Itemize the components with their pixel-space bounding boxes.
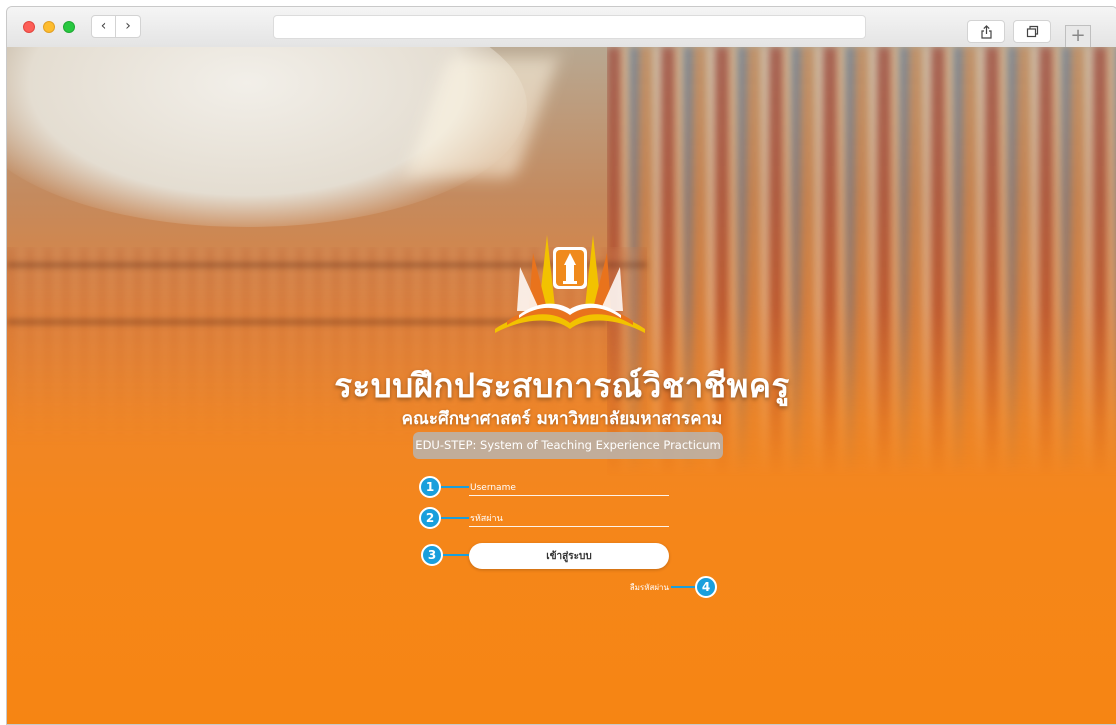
tabs-icon — [1026, 25, 1039, 38]
address-bar[interactable] — [273, 15, 866, 39]
page-subtitle: คณะศึกษาศาสตร์ มหาวิทยาลัยมหาสารคาม — [401, 409, 723, 429]
tabs-button[interactable] — [1013, 20, 1051, 43]
maximize-window-button[interactable] — [63, 21, 75, 33]
callout-line — [443, 554, 469, 556]
browser-window: ‹ › + ระบบฝึกประสบการณ์วิชาชีพครู คณะศึก… — [6, 6, 1116, 725]
username-field — [469, 475, 670, 497]
login-page: ระบบฝึกประสบการณ์วิชาชีพครู คณะศึกษาศาสต… — [7, 47, 1116, 724]
minimize-window-button[interactable] — [43, 21, 55, 33]
plus-icon: + — [1070, 25, 1086, 46]
browser-toolbar: ‹ › + — [7, 7, 1116, 48]
password-input[interactable] — [469, 510, 670, 528]
password-field — [469, 506, 670, 528]
close-window-button[interactable] — [23, 21, 35, 33]
share-button[interactable] — [967, 20, 1005, 43]
callout-line — [671, 586, 697, 588]
username-input[interactable] — [469, 479, 670, 497]
chevron-right-icon: › — [125, 18, 131, 34]
back-button[interactable]: ‹ — [91, 15, 116, 38]
callout-badge: 4 — [695, 576, 717, 598]
faculty-logo — [495, 235, 645, 333]
callout-badge: 1 — [419, 476, 441, 498]
share-icon — [981, 25, 992, 39]
forgot-password-link[interactable]: ลืมรหัสผ่าน — [607, 581, 669, 594]
forward-button[interactable]: › — [116, 15, 141, 38]
chevron-left-icon: ‹ — [100, 18, 107, 34]
callout-line — [441, 486, 469, 488]
new-tab-button[interactable]: + — [1065, 25, 1091, 47]
callout-line — [441, 517, 469, 519]
callout-badge: 3 — [421, 544, 443, 566]
system-name-badge: EDU-STEP: System of Teaching Experience … — [413, 432, 723, 459]
callout-badge: 2 — [419, 507, 441, 529]
login-button[interactable]: เข้าสู่ระบบ — [469, 543, 669, 569]
